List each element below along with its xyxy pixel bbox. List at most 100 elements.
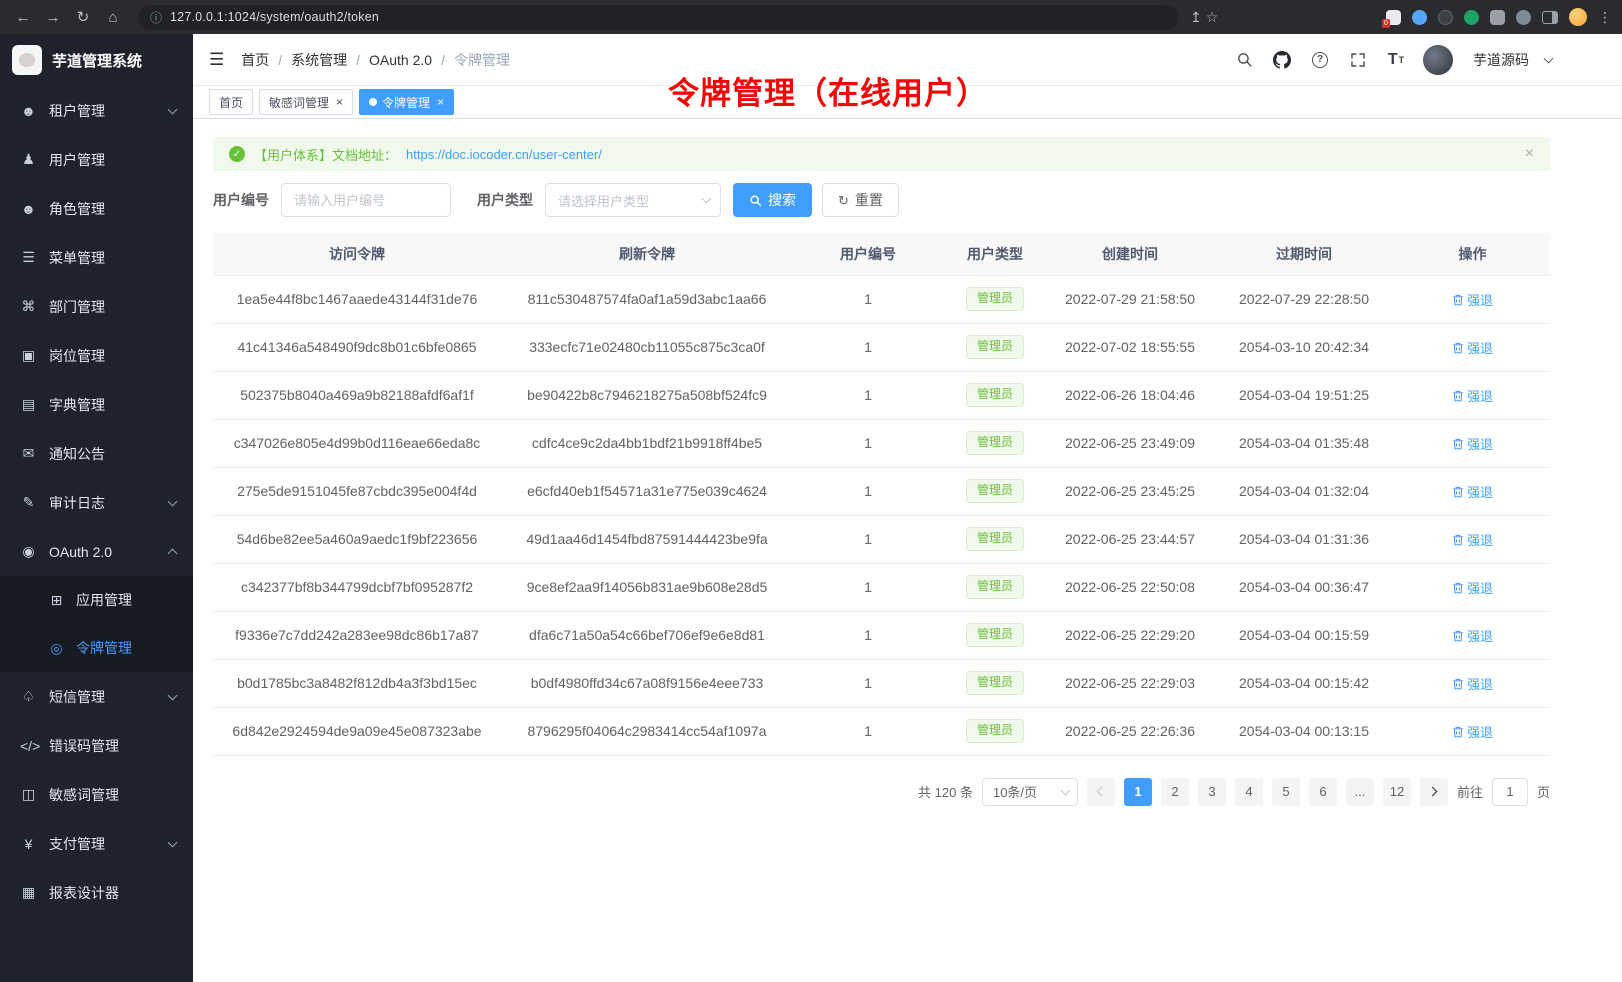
browser-menu-kebab-icon[interactable]: ⋮	[1598, 9, 1612, 26]
extension-2-icon[interactable]	[1412, 10, 1427, 25]
page-size-select[interactable]: 10条/页	[982, 778, 1078, 806]
reload-button[interactable]: ↻	[70, 4, 96, 30]
extension-5-icon[interactable]	[1516, 10, 1531, 25]
user-type-select[interactable]: 请选择用户类型	[545, 183, 721, 217]
puzzle-extensions-icon[interactable]	[1490, 10, 1505, 25]
sidebar-item-6[interactable]: ▤字典管理	[0, 380, 193, 429]
extension-3-icon[interactable]	[1438, 10, 1453, 25]
expire-time-cell: 2054-03-04 00:13:15	[1213, 707, 1395, 755]
site-info-icon[interactable]: ⓘ	[150, 9, 162, 26]
page-button-4[interactable]: 4	[1235, 778, 1263, 806]
force-logout-button[interactable]: 强退	[1452, 338, 1493, 357]
force-logout-button[interactable]: 强退	[1452, 290, 1493, 309]
tab-close-icon[interactable]: ×	[437, 96, 444, 108]
sidebar-item-1[interactable]: ♟用户管理	[0, 135, 193, 184]
sms-icon: ♤	[20, 688, 37, 705]
force-logout-button[interactable]: 强退	[1452, 722, 1493, 741]
app-logo[interactable]: 芋道管理系统	[0, 34, 193, 86]
action-cell: 强退	[1395, 467, 1550, 515]
search-button[interactable]: 搜索	[733, 183, 812, 217]
user-type-label: 用户类型	[477, 190, 533, 210]
breadcrumb-item[interactable]: 首页	[241, 50, 269, 70]
tab-item-2[interactable]: 令牌管理×	[359, 89, 454, 115]
sidebar-item-9[interactable]: ◉OAuth 2.0	[0, 527, 193, 576]
back-button[interactable]: ←	[10, 4, 36, 30]
page-button-5[interactable]: 5	[1272, 778, 1300, 806]
alert-doc-link[interactable]: https://doc.iocoder.cn/user-center/	[406, 147, 602, 162]
font-size-icon[interactable]: TT	[1385, 49, 1407, 71]
sidebar-item-12[interactable]: ◫敏感词管理	[0, 770, 193, 819]
user-id-input[interactable]	[281, 183, 451, 217]
breadcrumb-item[interactable]: 系统管理	[291, 50, 347, 70]
fullscreen-icon[interactable]	[1347, 49, 1369, 71]
page-button-3[interactable]: 3	[1198, 778, 1226, 806]
page-ellipsis[interactable]: ...	[1346, 778, 1374, 806]
user-type-badge: 管理员	[966, 431, 1024, 455]
sidebar-item-8[interactable]: ✎审计日志	[0, 478, 193, 527]
access-token-cell: c347026e805e4d99b0d116eae66eda8c	[213, 419, 501, 467]
action-cell: 强退	[1395, 515, 1550, 563]
sidebar-subitem-0[interactable]: ⊞应用管理	[0, 576, 193, 624]
sidebar-item-11[interactable]: </>错误码管理	[0, 721, 193, 770]
force-logout-button[interactable]: 强退	[1452, 530, 1493, 549]
share-icon[interactable]: ↥	[1190, 9, 1202, 26]
sidebar-item-3[interactable]: ☰菜单管理	[0, 233, 193, 282]
sidebar-item-4[interactable]: ⌘部门管理	[0, 282, 193, 331]
dept-icon: ⌘	[20, 298, 37, 315]
action-cell: 强退	[1395, 275, 1550, 323]
sidebar-item-14[interactable]: ▦报表设计器	[0, 868, 193, 917]
bookmark-star-icon[interactable]: ☆	[1206, 9, 1219, 26]
home-button[interactable]: ⌂	[100, 4, 126, 30]
username[interactable]: 芋道源码	[1473, 50, 1529, 70]
sidebar-item-10[interactable]: ♤短信管理	[0, 672, 193, 721]
sidebar-item-0[interactable]: ☻租户管理	[0, 86, 193, 135]
sidebar-item-2[interactable]: ☻角色管理	[0, 184, 193, 233]
help-icon[interactable]: ?	[1309, 49, 1331, 71]
goto-page-input[interactable]	[1492, 778, 1528, 806]
github-icon[interactable]	[1271, 49, 1293, 71]
alert-text: 【用户体系】文档地址：	[254, 145, 397, 164]
tab-item-0[interactable]: 首页	[209, 89, 253, 115]
sidebar-item-13[interactable]: ¥支付管理	[0, 819, 193, 868]
extension-4-icon[interactable]	[1464, 10, 1479, 25]
refresh-token-cell: 9ce8ef2aa9f14056b831ae9b608e28d5	[501, 563, 793, 611]
tab-close-icon[interactable]: ×	[336, 96, 343, 108]
side-panel-icon[interactable]	[1542, 11, 1558, 24]
force-logout-button[interactable]: 强退	[1452, 674, 1493, 693]
page-button-12[interactable]: 12	[1383, 778, 1411, 806]
sidebar-subitem-1[interactable]: ◎令牌管理	[0, 624, 193, 672]
search-icon[interactable]	[1233, 49, 1255, 71]
breadcrumb-item[interactable]: OAuth 2.0	[369, 52, 432, 68]
tab-item-1[interactable]: 敏感词管理×	[259, 89, 353, 115]
prev-page-button[interactable]	[1087, 778, 1115, 806]
collapse-menu-icon[interactable]: ☰	[209, 50, 224, 70]
chevron-down-icon	[168, 496, 178, 506]
force-logout-button[interactable]: 强退	[1452, 578, 1493, 597]
reset-button[interactable]: ↻ 重置	[822, 183, 899, 217]
force-logout-button[interactable]: 强退	[1452, 626, 1493, 645]
refresh-token-cell: cdfc4ce9c2da4bb1bdf21b9918ff4be5	[501, 419, 793, 467]
page-button-6[interactable]: 6	[1309, 778, 1337, 806]
next-page-button[interactable]	[1420, 778, 1448, 806]
log-icon: ✎	[20, 494, 37, 511]
url-bar[interactable]: ⓘ 127.0.0.1:1024/system/oauth2/token	[138, 5, 1178, 30]
force-logout-button[interactable]: 强退	[1452, 482, 1493, 501]
user-type-badge: 管理员	[966, 575, 1024, 599]
user-type-cell: 管理员	[943, 419, 1047, 467]
user-type-cell: 管理员	[943, 467, 1047, 515]
force-logout-label: 强退	[1467, 290, 1493, 309]
force-logout-button[interactable]: 强退	[1452, 434, 1493, 453]
extension-1-icon[interactable]: 0	[1386, 10, 1401, 25]
browser-profile-avatar[interactable]	[1569, 8, 1587, 26]
sidebar-item-7[interactable]: ✉通知公告	[0, 429, 193, 478]
user-avatar[interactable]	[1423, 45, 1453, 75]
force-logout-button[interactable]: 强退	[1452, 386, 1493, 405]
page-button-1[interactable]: 1	[1124, 778, 1152, 806]
sidebar-item-5[interactable]: ▣岗位管理	[0, 331, 193, 380]
alert-close-icon[interactable]: ×	[1525, 146, 1534, 162]
user-type-badge: 管理员	[966, 623, 1024, 647]
forward-button[interactable]: →	[40, 4, 66, 30]
user-id-cell: 1	[793, 275, 943, 323]
doc-alert: ✓ 【用户体系】文档地址： https://doc.iocoder.cn/use…	[213, 137, 1550, 171]
page-button-2[interactable]: 2	[1161, 778, 1189, 806]
